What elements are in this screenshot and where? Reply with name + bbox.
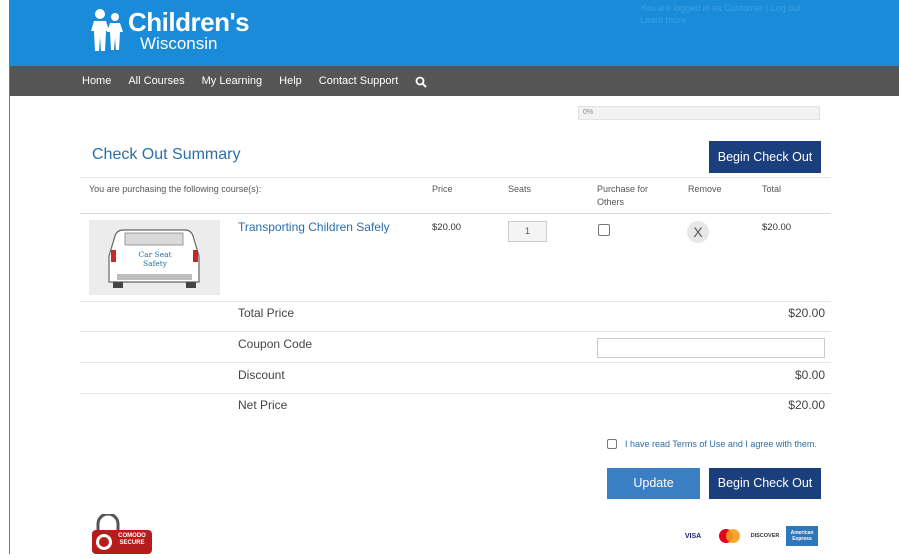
comodo-secure-badge: COMODO SECURE xyxy=(92,512,152,554)
nav-all-courses[interactable]: All Courses xyxy=(128,75,184,87)
header-remove: Remove xyxy=(688,184,722,194)
remove-course-button[interactable]: X xyxy=(687,221,709,243)
header-courses: You are purchasing the following course(… xyxy=(89,184,262,194)
comodo-secure-text: COMODO SECURE xyxy=(118,533,146,546)
coupon-code-input[interactable] xyxy=(597,338,825,358)
page-title: Check Out Summary xyxy=(92,146,241,163)
progress-bar: 0% xyxy=(578,106,820,120)
payment-cards: VISA DISCOVER American Express xyxy=(678,526,818,546)
net-price-value: $20.00 xyxy=(788,398,825,412)
discover-icon: DISCOVER xyxy=(750,526,780,546)
search-icon[interactable] xyxy=(415,75,427,88)
course-price: $20.00 xyxy=(432,222,462,233)
header-total: Total xyxy=(762,184,782,194)
discount-value: $0.00 xyxy=(794,368,825,382)
mastercard-icon xyxy=(714,526,744,546)
nav-home[interactable]: Home xyxy=(82,75,111,87)
logo-text-line1: Children's xyxy=(128,6,250,37)
progress-label: 0% xyxy=(583,109,594,116)
row-divider xyxy=(80,331,831,332)
terms-checkbox[interactable] xyxy=(607,439,617,449)
logo-text-line2: Wisconsin xyxy=(140,33,218,53)
seats-input[interactable]: 1 xyxy=(508,221,547,242)
header-price: Price xyxy=(432,184,453,194)
childrens-wisconsin-logo[interactable]: Children's Wisconsin xyxy=(90,4,250,56)
user-status: You are logged in as Customer | Log out … xyxy=(640,2,801,26)
discount-label: Discount xyxy=(238,368,285,382)
header-seats: Seats xyxy=(508,184,532,194)
header-purchase-for-others: Purchase for Others xyxy=(597,184,649,207)
course-total: $20.00 xyxy=(762,222,792,233)
visa-icon: VISA xyxy=(678,526,708,546)
user-status-line: You are logged in as Customer | Log out xyxy=(640,3,801,13)
row-divider xyxy=(80,393,831,394)
children-figures-icon xyxy=(90,7,124,53)
begin-checkout-button-top[interactable]: Begin Check Out xyxy=(709,141,821,173)
nav-my-learning[interactable]: My Learning xyxy=(202,75,263,87)
window-frame xyxy=(0,0,10,554)
nav-contact-support[interactable]: Contact Support xyxy=(319,75,399,87)
main-nav: Home All Courses My Learning Help Contac… xyxy=(10,66,899,96)
american-express-icon: American Express xyxy=(786,526,818,546)
learn-more-link[interactable]: Learn more xyxy=(640,14,801,26)
table-divider-header xyxy=(80,213,831,214)
begin-checkout-button-bottom[interactable]: Begin Check Out xyxy=(709,468,821,499)
thumbnail-caption: Car Seat Safety xyxy=(138,250,172,268)
course-title-link[interactable]: Transporting Children Safely xyxy=(238,220,390,234)
terms-label[interactable]: I have read Terms of Use and I agree wit… xyxy=(625,439,817,449)
total-price-value: $20.00 xyxy=(788,306,825,320)
row-divider xyxy=(80,362,831,363)
coupon-code-label: Coupon Code xyxy=(238,337,313,351)
row-divider xyxy=(80,301,831,302)
total-price-label: Total Price xyxy=(238,306,295,320)
course-thumbnail[interactable]: Car Seat Safety xyxy=(89,220,220,295)
net-price-label: Net Price xyxy=(238,398,288,412)
update-button[interactable]: Update xyxy=(607,468,700,499)
purchase-for-others-checkbox[interactable] xyxy=(598,224,610,236)
nav-help[interactable]: Help xyxy=(279,75,302,87)
table-divider-top xyxy=(80,177,831,178)
